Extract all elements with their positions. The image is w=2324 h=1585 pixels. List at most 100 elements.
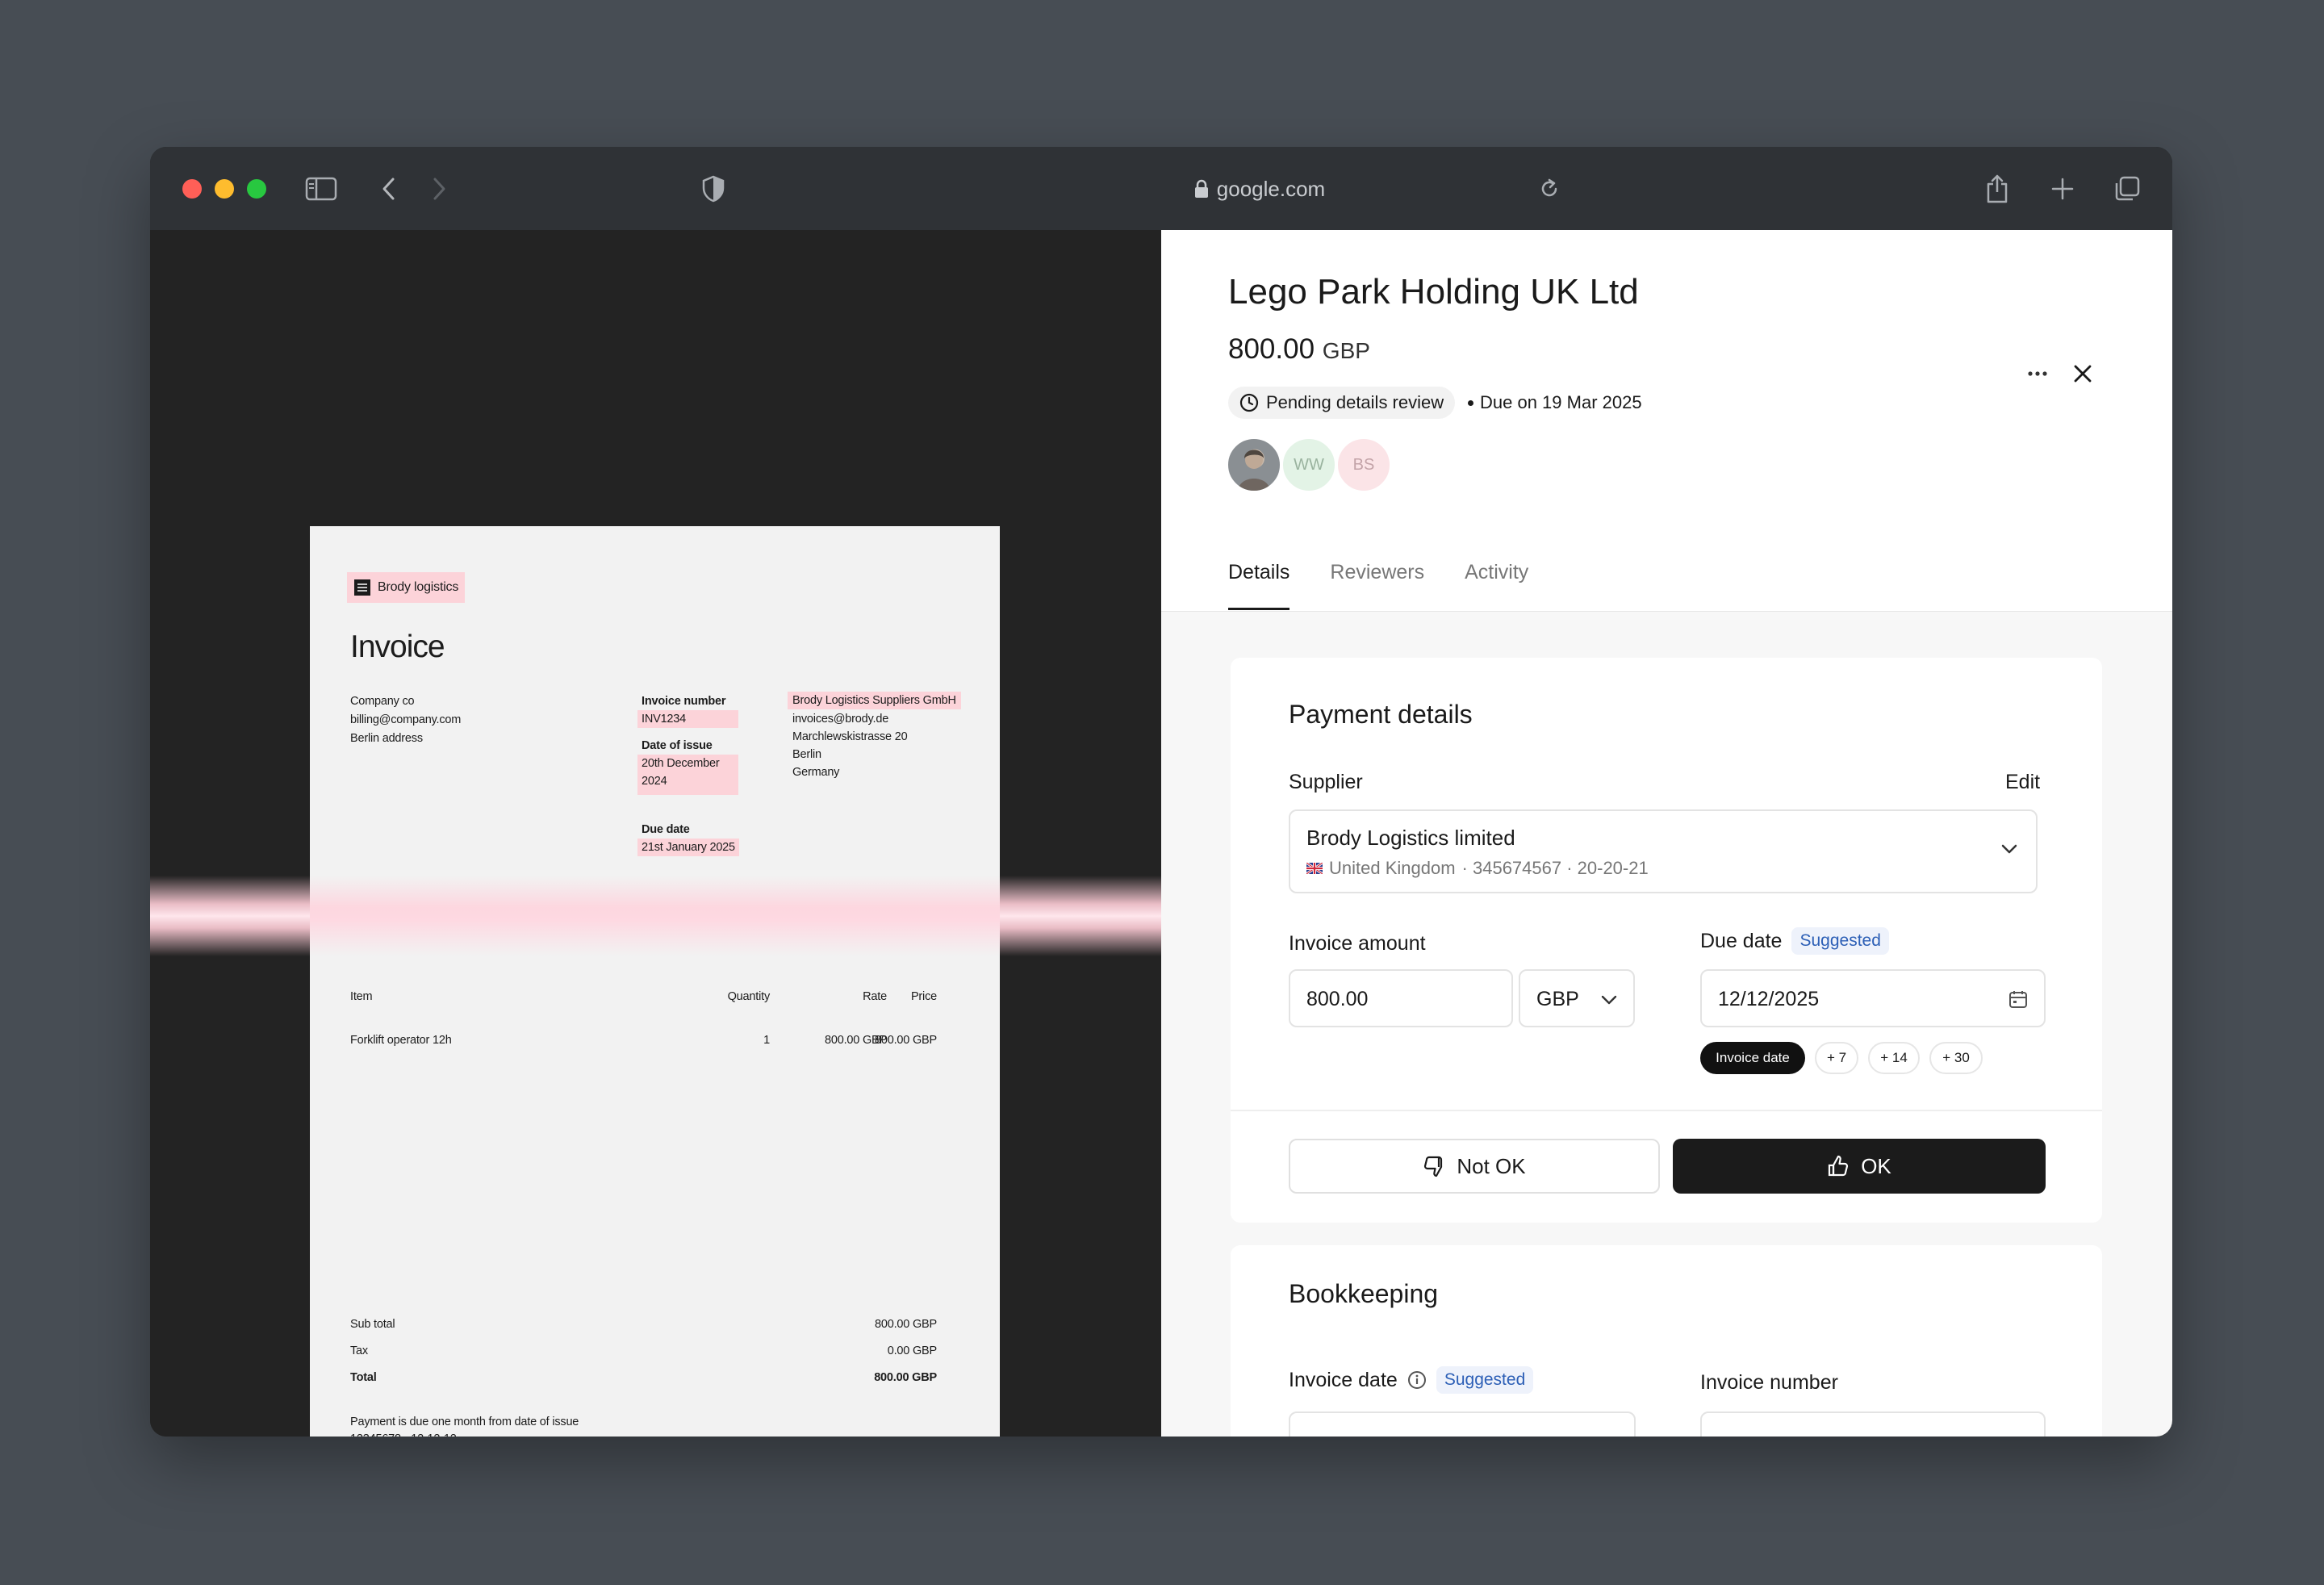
supplier-select[interactable]: Brody Logistics limited United Kingdom ·… [1289,809,2038,893]
tab-reviewers[interactable]: Reviewers [1330,561,1424,610]
due-date-label: Due date Suggested [1700,927,1889,955]
new-tab-icon[interactable] [2045,171,2080,207]
clock-icon [1239,393,1259,412]
avatar-photo[interactable] [1226,437,1282,493]
panel-tabs: Details Reviewers Activity [1228,561,1528,610]
due-summary: Due on 19 Mar 2025 [1468,387,1642,419]
document-viewer: Brody logistics Invoice Company co billi… [150,230,1161,1437]
doc-footer-line: Payment is due one month from date of is… [350,1416,579,1428]
info-icon[interactable] [1407,1370,1427,1390]
doc-tax-label: Tax [350,1345,368,1357]
forward-icon[interactable] [421,171,457,207]
thumbs-down-icon [1424,1156,1443,1177]
not-ok-button[interactable]: Not OK [1289,1139,1660,1194]
brand-logo-icon [354,579,370,596]
uk-flag-icon [1306,863,1323,874]
suggested-badge: Suggested [1436,1366,1534,1394]
suggested-badge: Suggested [1791,927,1889,955]
close-window-button[interactable] [182,179,202,199]
doc-due-date: 21st January 2025 [637,839,739,856]
doc-due-date-label: Due date [642,823,690,836]
doc-tax: 0.00 GBP [887,1345,937,1357]
bullet-dot [1468,399,1473,406]
chip-plus-7[interactable]: + 7 [1815,1042,1858,1074]
minimize-window-button[interactable] [215,179,234,199]
payment-details-card: Payment details Supplier Edit Brody Logi… [1231,658,2102,1223]
sidebar-toggle-icon[interactable] [303,171,339,207]
address-bar[interactable]: google.com [1090,171,1429,207]
scan-band [310,876,1000,956]
doc-row-price: 800.00 GBP [875,1034,937,1047]
bookkeeping-card: Bookkeeping Invoice date Suggested Invoi… [1231,1245,2102,1437]
chip-plus-30[interactable]: + 30 [1929,1042,1983,1074]
lock-icon [1194,179,1208,198]
currency-select[interactable]: GBP [1519,969,1635,1027]
thumbs-up-icon [1829,1155,1849,1177]
invoice-details-panel: Lego Park Holding UK Ltd 800.00 GBP Pend… [1161,230,2172,1437]
doc-row-quantity: 1 [763,1034,770,1047]
doc-to-line: Berlin [792,748,821,761]
doc-total-label: Total [350,1371,377,1384]
bookkeeping-title: Bookkeeping [1289,1279,1439,1308]
doc-from-line: Company co [350,695,415,708]
doc-date-of-issue: 20th December 2024 [637,755,738,795]
tab-activity[interactable]: Activity [1465,561,1528,610]
calendar-icon[interactable] [2008,989,2028,1009]
doc-subtotal: 800.00 GBP [875,1318,937,1331]
doc-footer-line: 12345678 · 12-12-12 [350,1430,457,1437]
invoice-date-label: Invoice date Suggested [1289,1366,1534,1394]
browser-toolbar: google.com [150,147,2172,230]
due-date-input[interactable]: 12/12/2025 [1700,969,2046,1027]
supplier-name: Brody Logistics limited [1306,826,1515,850]
doc-col-item: Item [350,990,373,1003]
tab-overview-icon[interactable] [2109,171,2145,207]
avatar-ww[interactable]: WW [1281,437,1337,493]
reload-icon[interactable] [1532,171,1567,207]
chip-plus-14[interactable]: + 14 [1868,1042,1920,1074]
payment-details-title: Payment details [1289,700,1473,729]
invoice-number-input[interactable] [1700,1411,2046,1437]
due-text: Due on 19 Mar 2025 [1480,392,1642,412]
more-options-icon[interactable] [2021,358,2054,390]
supplier-edit-link[interactable]: Edit [2005,771,2040,794]
doc-title: Invoice [350,629,445,664]
doc-brand: Brody logistics [347,572,466,603]
card-divider [1231,1110,2102,1111]
panel-title: Lego Park Holding UK Ltd [1228,272,1639,312]
back-icon[interactable] [371,171,407,207]
panel-header: Lego Park Holding UK Ltd 800.00 GBP Pend… [1161,230,2172,612]
share-icon[interactable] [1979,171,2015,207]
doc-to-line: Germany [792,766,840,779]
invoice-amount-label: Invoice amount [1289,932,1426,955]
doc-subtotal-label: Sub total [350,1318,395,1331]
doc-from-line: billing@company.com [350,713,462,726]
supplier-meta: United Kingdom · 345674567 · 20-20-21 [1306,858,1649,879]
invoice-amount-input[interactable]: 800.00 [1289,969,1513,1027]
doc-row-item: Forklift operator 12h [350,1034,452,1047]
chevron-down-icon [2001,844,2017,854]
doc-to-line: invoices@brody.de [792,713,889,726]
doc-total: 800.00 GBP [874,1371,937,1384]
invoice-document: Brody logistics Invoice Company co billi… [310,526,1000,1437]
status-text: Pending details review [1266,392,1444,412]
doc-invoice-number-label: Invoice number [642,695,726,708]
doc-invoice-number: INV1234 [637,710,738,728]
doc-to-line: Marchlewskistrasse 20 [792,730,908,743]
invoice-number-label: Invoice number [1700,1371,1838,1394]
doc-col-quantity: Quantity [727,990,771,1003]
close-panel-icon[interactable] [2067,358,2099,390]
doc-from-line: Berlin address [350,732,423,745]
tab-details[interactable]: Details [1228,561,1290,610]
browser-window: google.com Brody logistics Invoice Compa… [150,147,2172,1437]
doc-date-of-issue-label: Date of issue [642,739,713,752]
chevron-down-icon [1601,995,1617,1005]
invoice-date-input[interactable] [1289,1411,1636,1437]
avatar-bs[interactable]: BS [1335,437,1392,493]
chip-invoice-date[interactable]: Invoice date [1700,1042,1805,1074]
ok-button[interactable]: OK [1673,1139,2046,1194]
privacy-shield-icon[interactable] [696,171,731,207]
url-text: google.com [1216,176,1326,201]
zoom-window-button[interactable] [247,179,266,199]
supplier-label: Supplier [1289,771,1363,793]
doc-to-name: Brody Logistics Suppliers GmbH [788,692,961,709]
